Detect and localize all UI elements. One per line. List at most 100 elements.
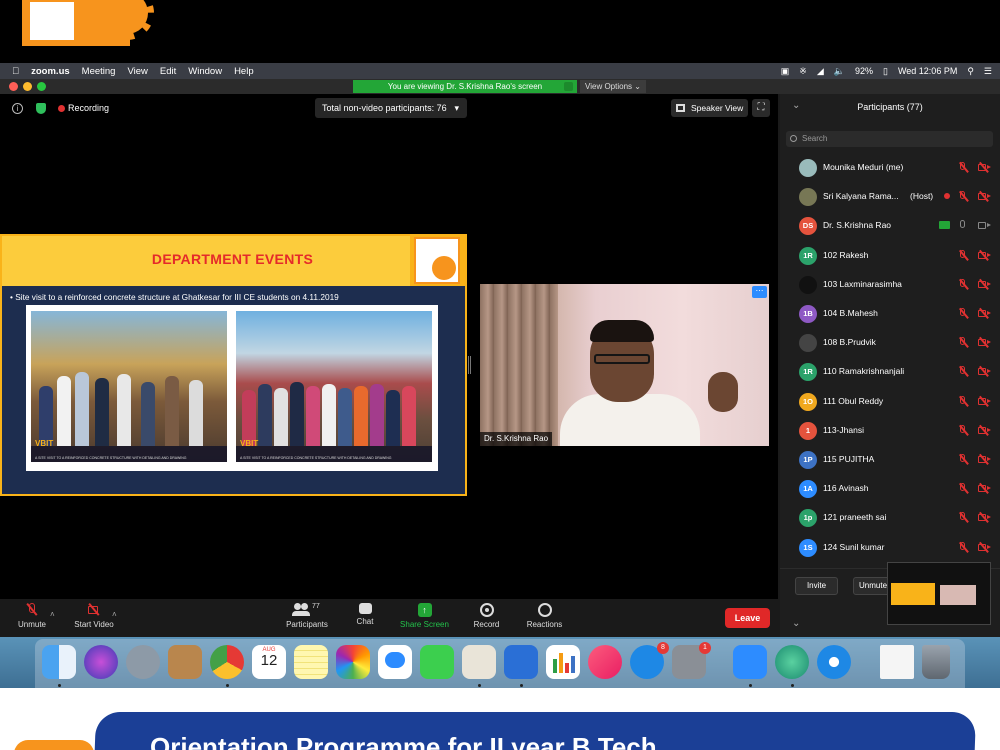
video-off-icon[interactable] (978, 542, 991, 553)
siri-icon[interactable] (84, 645, 118, 679)
zoom-status-icon[interactable]: ▣ (781, 66, 790, 77)
menu-edit[interactable]: Edit (160, 66, 176, 77)
view-options-button[interactable]: View Options ⌄ (580, 80, 646, 93)
menu-app-name[interactable]: zoom.us (31, 66, 70, 77)
clock[interactable]: Wed 12:06 PM (898, 66, 957, 76)
zoom-window-button[interactable] (37, 82, 46, 91)
participant-row[interactable]: Sri Kalyana Rama... (Host) (780, 182, 1000, 211)
meeting-info-icon[interactable]: i (12, 103, 23, 114)
muted-mic-icon[interactable] (958, 249, 967, 261)
launchpad-rocket-icon[interactable] (126, 645, 160, 679)
safari-compass-icon[interactable] (817, 645, 851, 679)
muted-mic-icon[interactable] (958, 366, 967, 377)
recording-label[interactable]: Recording (68, 103, 109, 113)
video-more-options-icon[interactable]: ⋯ (752, 286, 767, 298)
muted-mic-icon[interactable] (958, 278, 967, 290)
participant-row[interactable]: 1O 111 Obul Reddy (780, 387, 1000, 416)
close-window-button[interactable] (9, 82, 18, 91)
muted-mic-icon[interactable] (958, 308, 967, 319)
webex-icon[interactable] (775, 645, 809, 679)
speaker-view-button[interactable]: Speaker View (671, 99, 748, 117)
keynote-icon[interactable] (504, 645, 538, 679)
battery-percent[interactable]: 92% (855, 66, 873, 76)
split-view-handle[interactable] (468, 356, 471, 374)
participant-row[interactable]: 108 B.Prudvik (780, 328, 1000, 357)
apple-icon[interactable]:  (12, 66, 19, 77)
video-icon[interactable] (978, 220, 991, 231)
menu-meeting[interactable]: Meeting (82, 66, 116, 77)
fullscreen-icon[interactable]: ⛶ (752, 99, 770, 117)
video-off-icon[interactable] (978, 250, 991, 261)
participants-search-input[interactable]: Search (786, 131, 993, 147)
participant-row[interactable]: 1R 102 Rakesh (780, 241, 1000, 270)
record-button[interactable]: Record (470, 603, 503, 629)
muted-mic-icon[interactable] (958, 483, 967, 494)
video-off-icon[interactable] (978, 425, 991, 436)
participant-row[interactable]: Mounika Meduri (me) (780, 153, 1000, 182)
muted-mic-icon[interactable] (958, 512, 967, 523)
video-off-icon[interactable] (978, 308, 991, 319)
calendar-icon[interactable]: AUG 12 (252, 645, 286, 679)
photos-icon[interactable] (336, 645, 370, 679)
speaker-video[interactable] (480, 284, 769, 446)
control-center-icon[interactable]: ☰ (984, 66, 992, 77)
facetime-icon[interactable] (420, 645, 454, 679)
participant-row[interactable]: 1S 124 Sunil kumar (780, 533, 1000, 562)
participant-row[interactable]: 1 113-Jhansi (780, 416, 1000, 445)
start-video-button[interactable]: Start Video (70, 603, 118, 629)
menu-window[interactable]: Window (188, 66, 222, 77)
participant-row[interactable]: 1R 110 Ramakrishnanjali (780, 357, 1000, 386)
invite-button[interactable]: Invite (795, 577, 838, 595)
encryption-shield-icon[interactable] (36, 103, 46, 114)
messages-icon[interactable] (378, 645, 412, 679)
share-screen-button[interactable]: ↑ Share Screen (397, 603, 452, 629)
participant-row[interactable]: 1B 104 B.Mahesh (780, 299, 1000, 328)
participant-row[interactable]: 1P 115 PUJITHA (780, 445, 1000, 474)
video-off-icon[interactable] (978, 512, 991, 523)
muted-mic-icon[interactable] (958, 191, 967, 202)
participant-row[interactable]: 1p 121 praneeth sai (780, 503, 1000, 532)
muted-mic-icon[interactable] (958, 541, 967, 553)
muted-mic-icon[interactable] (958, 337, 967, 348)
video-off-icon[interactable] (978, 483, 991, 494)
video-off-icon[interactable] (978, 396, 991, 407)
non-video-participants-dropdown[interactable]: Total non-video participants: 76 ▾ (315, 98, 467, 118)
document-preview-icon[interactable] (880, 645, 914, 679)
participants-button[interactable]: 77 Participants (283, 603, 331, 629)
contacts-book-icon[interactable] (168, 645, 202, 679)
reactions-button[interactable]: Reactions (523, 603, 566, 629)
wifi-icon[interactable]: ◢ (817, 66, 824, 77)
chrome-icon[interactable] (210, 645, 244, 679)
leave-button[interactable]: Leave (725, 608, 770, 628)
video-options-chevron-icon[interactable]: ˄ (112, 610, 117, 619)
audio-options-chevron-icon[interactable]: ˄ (50, 610, 55, 619)
video-off-icon[interactable] (978, 162, 991, 173)
volume-icon[interactable]: 🔈 (834, 66, 845, 77)
unmute-button[interactable]: Unmute (14, 603, 50, 629)
mic-icon[interactable] (958, 220, 967, 231)
video-off-icon[interactable] (978, 191, 991, 202)
muted-mic-icon[interactable] (958, 424, 967, 436)
chat-button[interactable]: Chat (352, 603, 378, 626)
video-off-icon[interactable] (978, 454, 991, 465)
pages-icon[interactable] (462, 645, 496, 679)
video-off-icon[interactable] (978, 366, 991, 377)
minimize-window-button[interactable] (23, 82, 32, 91)
numbers-icon[interactable] (546, 645, 580, 679)
music-icon[interactable] (588, 645, 622, 679)
battery-icon[interactable]: ▯ (883, 66, 888, 77)
finder-icon[interactable] (42, 645, 76, 679)
bluetooth-icon[interactable]: ※ (799, 66, 807, 77)
mini-screen-thumbnail[interactable] (887, 562, 991, 625)
notes-icon[interactable] (294, 645, 328, 679)
participant-row[interactable]: DS Dr. S.Krishna Rao (780, 211, 1000, 240)
video-off-icon[interactable] (978, 337, 991, 348)
zoom-app-icon[interactable] (733, 645, 767, 679)
participant-row[interactable]: 103 Laxminarasimha (780, 270, 1000, 299)
trash-icon[interactable] (922, 645, 950, 679)
menu-view[interactable]: View (127, 66, 147, 77)
spotlight-search-icon[interactable]: ⚲ (967, 66, 974, 77)
muted-mic-icon[interactable] (958, 395, 967, 407)
participant-row[interactable]: 1A 116 Avinash (780, 474, 1000, 503)
muted-mic-icon[interactable] (958, 162, 967, 173)
